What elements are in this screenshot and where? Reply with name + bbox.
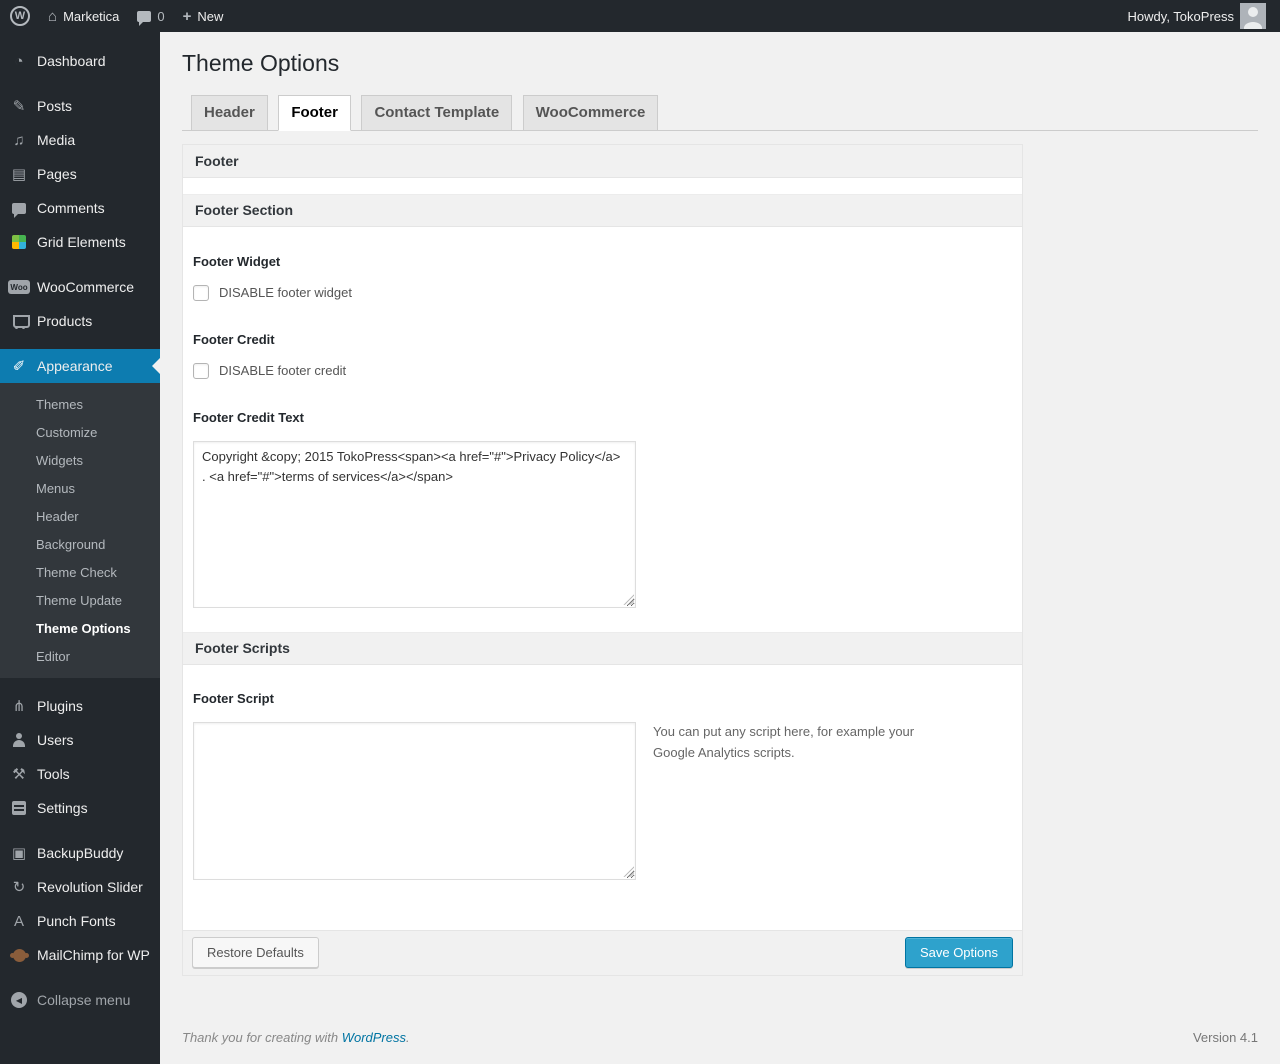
sidebar-item-backupbuddy[interactable]: ▣ BackupBuddy [0, 836, 160, 870]
sidebar-item-revolution-slider[interactable]: ↻ Revolution Slider [0, 870, 160, 904]
panel-footer: Restore Defaults Save Options [183, 929, 1022, 975]
tab-bar: Header Footer Contact Template WooCommer… [182, 94, 1258, 131]
woocommerce-icon: Woo [8, 280, 30, 294]
howdy-label: Howdy, TokoPress [1127, 8, 1234, 24]
submenu-item-customize[interactable]: Customize [0, 418, 160, 446]
comment-bubble-icon [137, 10, 152, 26]
submenu-item-background[interactable]: Background [0, 530, 160, 558]
account-menu[interactable]: Howdy, TokoPress [1128, 3, 1266, 29]
page-title: Theme Options [182, 50, 340, 76]
avatar [1240, 3, 1266, 29]
sidebar-item-woocommerce[interactable]: Woo WooCommerce [0, 270, 160, 304]
new-label: New [197, 8, 224, 24]
sidebar-item-media[interactable]: ♫ Media [0, 123, 160, 157]
new-content-menu[interactable]: + New [183, 8, 224, 25]
submenu-item-widgets[interactable]: Widgets [0, 446, 160, 474]
footer-credit-label: Footer Credit [193, 331, 275, 347]
wordpress-logo-icon: W [10, 6, 30, 26]
section-header-footer-section[interactable]: Footer Section [183, 193, 1022, 227]
submenu-item-editor[interactable]: Editor [0, 642, 160, 670]
submenu-item-theme-check[interactable]: Theme Check [0, 558, 160, 586]
theme-options-panel: Footer Footer Section Footer Widget DISA… [182, 143, 1023, 976]
tools-icon: ⚒ [12, 766, 26, 783]
settings-sliders-icon [8, 801, 30, 815]
sidebar-item-settings[interactable]: Settings [0, 791, 160, 825]
version-label: Version 4.1 [1192, 1029, 1258, 1045]
restore-defaults-button[interactable]: Restore Defaults [192, 937, 319, 969]
collapse-arrow-icon: ◀ [8, 992, 30, 1008]
submenu-item-themes[interactable]: Themes [0, 390, 160, 418]
sidebar-item-collapse-menu[interactable]: ◀ Collapse menu [0, 983, 160, 1017]
admin-footer: Thank you for creating with WordPress. V… [182, 1030, 1258, 1045]
home-icon: ⌂ [48, 7, 58, 25]
pages-icon: ▤ [11, 166, 27, 183]
plus-icon: + [182, 7, 192, 25]
cart-icon [8, 314, 30, 329]
save-options-button[interactable]: Save Options [904, 937, 1013, 969]
section-header-footer[interactable]: Footer [183, 144, 1022, 178]
panel-spacer [183, 177, 1022, 194]
sidebar-item-posts[interactable]: ✎ Posts [0, 89, 160, 123]
tab-woocommerce[interactable]: WooCommerce [522, 94, 659, 130]
section-header-footer-scripts[interactable]: Footer Scripts [183, 631, 1022, 665]
footer-scripts-fields: Footer Script You can put any script her… [183, 665, 1022, 930]
admin-bar: W ⌂ Marketica 0 + New Howdy, TokoPress [0, 0, 1280, 32]
tab-contact-template[interactable]: Contact Template [361, 94, 513, 130]
disable-footer-credit-checkbox-label: DISABLE footer credit [219, 363, 347, 379]
footer-script-label: Footer Script [193, 690, 274, 706]
disable-footer-widget-checkbox[interactable] [193, 284, 209, 301]
sidebar-item-plugins[interactable]: ⋔ Plugins [0, 689, 160, 723]
main-content: Theme Options Header Footer Contact Temp… [160, 32, 1280, 1064]
sidebar-item-dashboard[interactable]: ◔ Dashboard [0, 44, 160, 78]
comments-menu[interactable]: 0 [137, 8, 165, 26]
sidebar-item-tools[interactable]: ⚒ Tools [0, 757, 160, 791]
mailchimp-monkey-icon [8, 948, 30, 962]
sidebar-item-users[interactable]: Users [0, 723, 160, 757]
appearance-submenu: Themes Customize Widgets Menus Header Ba… [0, 383, 160, 678]
plugin-icon: ⋔ [12, 698, 26, 715]
sidebar-item-appearance[interactable]: ✐ Appearance [0, 349, 160, 383]
site-name-menu[interactable]: ⌂ Marketica [48, 9, 119, 24]
revolution-slider-icon: ↻ [12, 879, 26, 896]
backupbuddy-icon: ▣ [11, 845, 27, 862]
disable-footer-widget-checkbox-label: DISABLE footer widget [219, 285, 352, 301]
submenu-item-theme-options[interactable]: Theme Options [0, 614, 160, 642]
tab-footer[interactable]: Footer [278, 94, 351, 131]
footer-thanks-text: Thank you for creating with WordPress. [182, 1029, 410, 1045]
disable-footer-credit-checkbox[interactable] [193, 362, 209, 379]
sidebar-item-pages[interactable]: ▤ Pages [0, 157, 160, 191]
footer-script-textarea[interactable] [193, 721, 636, 880]
wordpress-menu[interactable]: W [10, 6, 30, 26]
dashboard-icon: ◔ [14, 52, 24, 70]
footer-script-help-text: You can put any script here, for example… [653, 723, 915, 760]
comments-icon [8, 202, 30, 218]
admin-sidebar: ◔ Dashboard ✎ Posts ♫ Media ▤ Pages Comm… [0, 32, 160, 1064]
grid-elements-icon [8, 235, 30, 249]
tab-header[interactable]: Header [191, 94, 268, 130]
sidebar-item-mailchimp[interactable]: MailChimp for WP [0, 938, 160, 972]
site-name-label: Marketica [63, 8, 120, 24]
users-icon [8, 733, 30, 747]
submenu-item-theme-update[interactable]: Theme Update [0, 586, 160, 614]
sidebar-item-punch-fonts[interactable]: A Punch Fonts [0, 904, 160, 938]
sidebar-item-products[interactable]: Products [0, 304, 160, 338]
sidebar-item-comments[interactable]: Comments [0, 191, 160, 225]
footer-section-fields: Footer Widget DISABLE footer widget Foot… [183, 227, 1022, 608]
footer-credit-text-label: Footer Credit Text [193, 409, 304, 425]
wordpress-link[interactable]: WordPress [342, 1030, 406, 1045]
media-icon: ♫ [13, 131, 25, 149]
sidebar-item-grid-elements[interactable]: Grid Elements [0, 225, 160, 259]
submenu-item-header[interactable]: Header [0, 502, 160, 530]
comment-count: 0 [157, 8, 165, 24]
pushpin-icon: ✎ [12, 98, 26, 115]
footer-credit-text-textarea[interactable]: Copyright &copy; 2015 TokoPress<span><a … [193, 440, 636, 608]
footer-widget-label: Footer Widget [193, 253, 281, 269]
punch-fonts-icon: A [13, 912, 24, 930]
appearance-brush-icon: ✐ [12, 358, 26, 375]
submenu-item-menus[interactable]: Menus [0, 474, 160, 502]
